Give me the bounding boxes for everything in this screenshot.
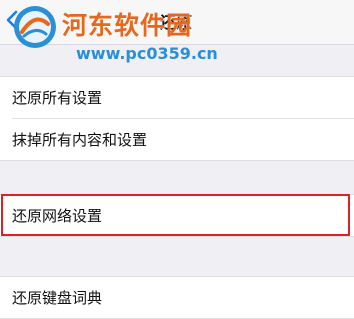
row-label: 还原键盘词典: [12, 289, 103, 307]
row-label: 还原所有设置: [12, 89, 103, 107]
reset-keyboard-dictionary-row[interactable]: 还原键盘词典: [0, 277, 354, 318]
row-label: 抹掉所有内容和设置: [12, 131, 148, 149]
highlight-box: [1, 194, 350, 236]
watermark-url: www.pc0359.cn: [76, 44, 218, 63]
watermark-logo-icon: [14, 6, 56, 48]
site-watermark: 河东软件园 www.pc0359.cn: [12, 2, 218, 70]
reset-all-settings-row[interactable]: 还原所有设置: [0, 77, 354, 118]
settings-group-reset: 还原所有设置 抹掉所有内容和设置: [0, 76, 354, 161]
erase-all-content-row[interactable]: 抹掉所有内容和设置: [0, 119, 354, 160]
watermark-name: 河东软件园: [62, 11, 193, 40]
settings-group-keyboard: 还原键盘词典: [0, 276, 354, 319]
